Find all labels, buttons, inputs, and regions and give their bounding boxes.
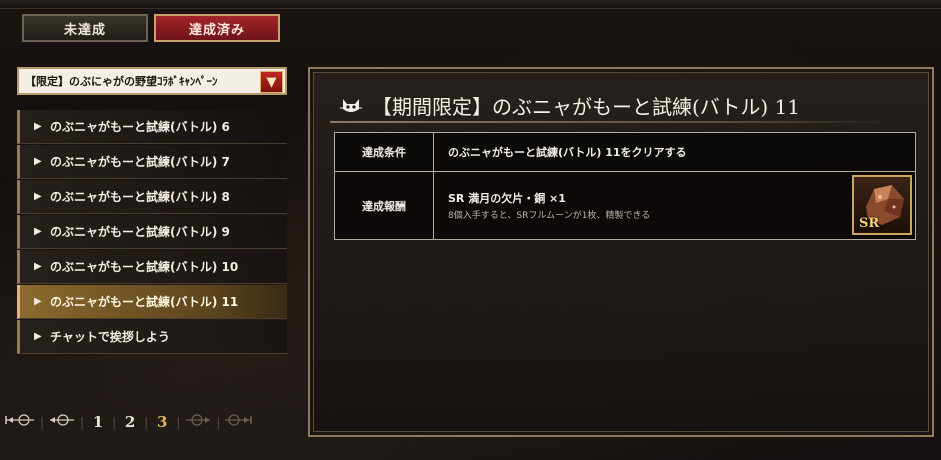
tab-completed[interactable]: 達成済み xyxy=(154,14,280,42)
mission-item-label: チャットで挨拶しよう xyxy=(50,330,170,344)
mission-item-label: のぶニャがもーと試練(バトル) 11 xyxy=(50,295,239,309)
mission-item[interactable]: ▶ チャットで挨拶しよう xyxy=(17,320,287,354)
top-frame-strip xyxy=(0,0,941,9)
prev-page-icon[interactable] xyxy=(44,413,80,431)
chevron-right-icon: ▶ xyxy=(34,226,42,237)
page-2[interactable]: 2 xyxy=(116,413,144,431)
condition-row: 達成条件 のぶニャがもーと試練(バトル) 11をクリアする xyxy=(335,133,915,172)
mission-item-label: のぶニャがもーと試練(バトル) 7 xyxy=(50,155,230,169)
chevron-right-icon: ▶ xyxy=(34,156,42,167)
detail-title: 【期間限定】のぶニャがもーと試練(バトル) 11 xyxy=(372,95,801,119)
reward-header: 達成報酬 xyxy=(335,172,434,239)
cat-emblem-icon xyxy=(340,98,362,112)
chevron-right-icon: ▶ xyxy=(34,121,42,132)
campaign-dropdown-value: 【限定】のぶにゃがの野望ｺﾗﾎﾞｷｬﾝﾍﾟｰﾝ xyxy=(25,75,218,88)
mission-item-label: のぶニャがもーと試練(バトル) 8 xyxy=(50,190,230,204)
chevron-down-icon[interactable]: ▼ xyxy=(260,71,283,93)
chevron-right-icon: ▶ xyxy=(34,296,42,307)
chevron-right-icon: ▶ xyxy=(34,261,42,272)
first-page-icon[interactable] xyxy=(0,413,40,431)
chevron-right-icon: ▶ xyxy=(34,331,42,342)
rarity-badge: SR xyxy=(859,216,880,231)
reward-note: 8個入手すると、SRフルムーンが1枚、精製できる xyxy=(448,211,651,221)
detail-title-row: 【期間限定】のぶニャがもーと試練(バトル) 11 xyxy=(340,91,800,120)
condition-header: 達成条件 xyxy=(335,133,434,171)
mission-item[interactable]: ▶ のぶニャがもーと試練(バトル) 9 xyxy=(17,215,287,249)
mission-item[interactable]: ▶ のぶニャがもーと試練(バトル) 6 xyxy=(17,110,287,144)
reward-name: SR 満月の欠片・銅 ×1 xyxy=(448,192,566,205)
mission-item-label: のぶニャがもーと試練(バトル) 6 xyxy=(50,120,230,134)
chevron-right-icon: ▶ xyxy=(34,191,42,202)
tab-incomplete[interactable]: 未達成 xyxy=(22,14,148,42)
reward-row: 達成報酬 SR 満月の欠片・銅 ×1 8個入手すると、SRフルムーンが1枚、精製… xyxy=(335,172,915,239)
mission-item-label: のぶニャがもーと試練(バトル) 10 xyxy=(50,260,239,274)
pagination: | | 1 | 2 | 3 | | xyxy=(0,408,300,436)
mission-list: ▶ のぶニャがもーと試練(バトル) 6 ▶ のぶニャがもーと試練(バトル) 7 … xyxy=(17,110,287,355)
title-divider xyxy=(330,121,890,123)
moon-fragment-icon[interactable]: SR xyxy=(852,175,912,235)
next-page-icon[interactable] xyxy=(180,413,216,431)
page-1[interactable]: 1 xyxy=(84,413,112,431)
mission-item[interactable]: ▶ のぶニャがもーと試練(バトル) 7 xyxy=(17,145,287,179)
mission-item[interactable]: ▶ のぶニャがもーと試練(バトル) 10 xyxy=(17,250,287,284)
mission-item-label: のぶニャがもーと試練(バトル) 9 xyxy=(50,225,230,239)
page-3-current[interactable]: 3 xyxy=(148,413,176,431)
detail-table: 達成条件 のぶニャがもーと試練(バトル) 11をクリアする 達成報酬 SR 満月… xyxy=(334,132,916,240)
condition-cell: のぶニャがもーと試練(バトル) 11をクリアする xyxy=(434,133,915,171)
last-page-icon[interactable] xyxy=(220,413,256,431)
mission-item-selected[interactable]: ▶ のぶニャがもーと試練(バトル) 11 xyxy=(17,285,287,319)
mission-item[interactable]: ▶ のぶニャがもーと試練(バトル) 8 xyxy=(17,180,287,214)
campaign-dropdown[interactable]: 【限定】のぶにゃがの野望ｺﾗﾎﾞｷｬﾝﾍﾟｰﾝ ▼ xyxy=(17,67,287,95)
mission-detail-panel: 【期間限定】のぶニャがもーと試練(バトル) 11 達成条件 のぶニャがもーと試練… xyxy=(308,67,934,437)
condition-text: のぶニャがもーと試練(バトル) 11をクリアする xyxy=(448,146,687,159)
reward-cell: SR 満月の欠片・銅 ×1 8個入手すると、SRフルムーンが1枚、精製できる S… xyxy=(434,172,915,239)
